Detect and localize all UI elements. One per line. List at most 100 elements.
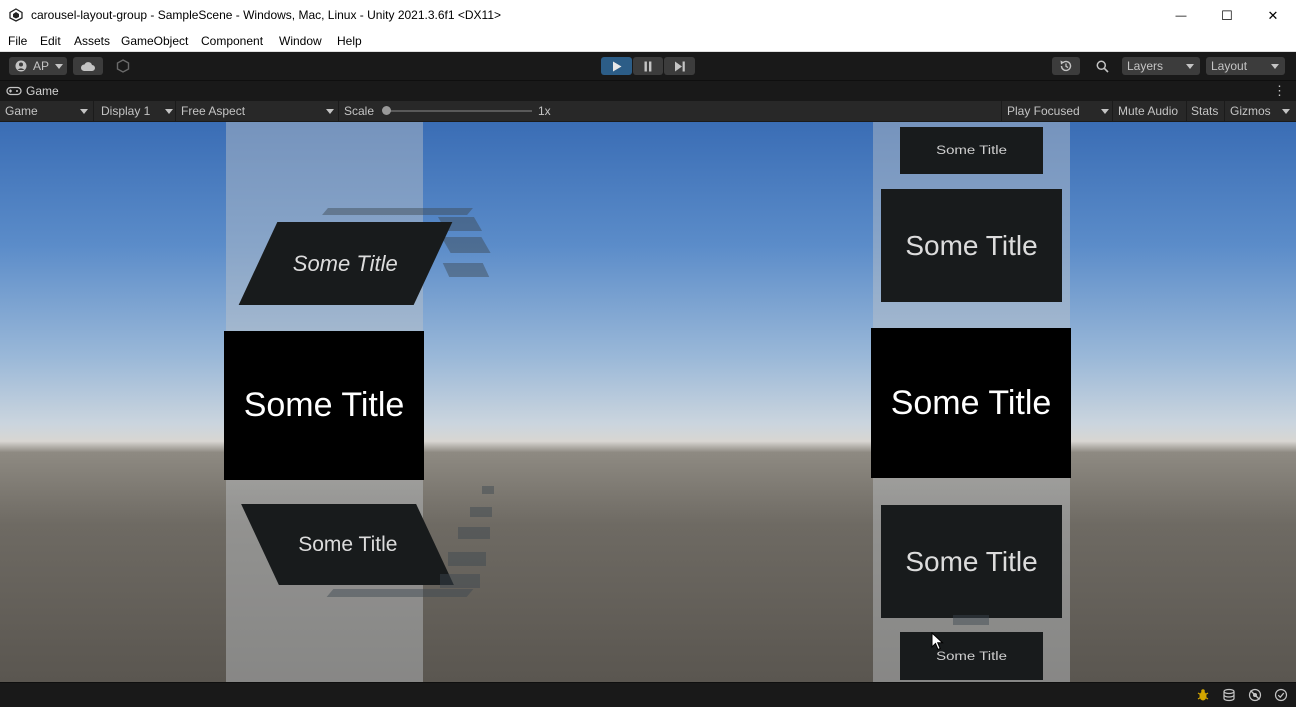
history-button[interactable] <box>1052 57 1080 75</box>
chevron-down-icon <box>1186 64 1194 69</box>
right-card-4-title: Some Title <box>905 545 1038 577</box>
scale-slider-track[interactable] <box>384 110 532 112</box>
tab-game-label: Game <box>26 84 59 98</box>
play-icon <box>612 61 621 71</box>
aspect-dropdown[interactable]: Free Aspect <box>181 104 245 118</box>
display-dropdown[interactable]: Display 1 <box>101 104 150 118</box>
left-card-ghost <box>322 208 473 215</box>
tab-game[interactable]: Game <box>6 84 59 98</box>
menu-edit[interactable]: Edit <box>40 34 61 48</box>
divider <box>1112 101 1113 121</box>
left-card-ghost <box>441 237 491 253</box>
scale-label: Scale <box>344 104 375 118</box>
close-icon: ✕ <box>1267 7 1279 23</box>
divider <box>338 101 339 121</box>
layers-label: Layers <box>1127 59 1164 73</box>
minimize-button[interactable]: — <box>1158 0 1204 31</box>
right-card-4[interactable]: Some Title <box>881 505 1062 618</box>
menu-window[interactable]: Window <box>279 34 322 48</box>
menu-gameobject[interactable]: GameObject <box>121 34 188 48</box>
menu-assets[interactable]: Assets <box>74 34 110 48</box>
play-focused-dropdown[interactable]: Play Focused <box>1007 104 1080 118</box>
bug-icon[interactable] <box>1196 688 1210 702</box>
status-bar <box>0 682 1296 707</box>
collab-button[interactable] <box>110 57 136 75</box>
right-card-2-title: Some Title <box>905 229 1038 261</box>
chevron-down-icon <box>1271 64 1279 69</box>
search-button[interactable] <box>1087 57 1117 75</box>
left-card-ghost <box>326 589 474 597</box>
account-label: AP <box>33 59 50 73</box>
chevron-down-icon <box>55 63 64 69</box>
history-icon <box>1060 60 1072 72</box>
divider <box>1224 101 1225 121</box>
chevron-down-icon <box>326 109 334 114</box>
left-card-ghost <box>470 507 492 517</box>
left-card-center-title: Some Title <box>243 386 405 424</box>
right-card-3[interactable]: Some Title <box>871 328 1071 478</box>
menu-file[interactable]: File <box>8 34 27 48</box>
pause-icon <box>644 61 652 71</box>
right-card-3-title: Some Title <box>890 383 1052 422</box>
right-card-5[interactable]: Some Title <box>900 632 1043 680</box>
game-viewport[interactable]: Some Title Some Title Some Title Some Ti… <box>0 122 1296 682</box>
gamepad-icon <box>6 86 22 96</box>
menu-help[interactable]: Help <box>337 34 362 48</box>
main-toolbar: AP Layers Layout <box>0 52 1296 81</box>
chevron-down-icon <box>1282 109 1290 114</box>
left-card-bottom-title: Some Title <box>297 532 398 556</box>
more-options-icon[interactable]: ⋮ <box>1273 83 1286 99</box>
search-icon <box>1096 60 1109 73</box>
left-card-top-title: Some Title <box>293 250 398 276</box>
cloud-icon <box>80 61 95 71</box>
divider <box>1186 101 1187 121</box>
right-card-1[interactable]: Some Title <box>900 127 1043 174</box>
chevron-down-icon <box>165 109 173 114</box>
lighting-off-icon[interactable] <box>1248 688 1262 702</box>
left-card-ghost <box>440 574 480 588</box>
pause-button[interactable] <box>633 57 663 75</box>
cloud-button[interactable] <box>73 57 103 75</box>
menu-component[interactable]: Component <box>201 34 263 48</box>
right-card-ghost <box>953 615 989 625</box>
left-card-center[interactable]: Some Title <box>224 331 424 480</box>
right-card-1-title: Some Title <box>936 143 1007 158</box>
left-card-ghost <box>458 527 490 539</box>
scale-slider-handle[interactable] <box>382 106 391 115</box>
divider <box>1001 101 1002 121</box>
game-view-toolbar: Game Display 1 Free Aspect Scale 1x Play… <box>0 101 1296 122</box>
window-title: carousel-layout-group - SampleScene - Wi… <box>31 8 502 22</box>
account-dropdown[interactable]: AP <box>9 57 67 75</box>
cache-server-icon[interactable] <box>1222 688 1236 702</box>
window-titlebar: carousel-layout-group - SampleScene - Wi… <box>0 0 1296 31</box>
game-mode-dropdown[interactable]: Game <box>5 104 38 118</box>
left-card-ghost <box>482 486 494 494</box>
left-card-ghost <box>442 263 490 277</box>
maximize-icon: ☐ <box>1221 7 1233 23</box>
layers-dropdown[interactable]: Layers <box>1122 57 1200 75</box>
check-circle-icon[interactable] <box>1274 688 1288 702</box>
play-button[interactable] <box>601 57 632 75</box>
chevron-down-icon <box>80 109 88 114</box>
right-card-2[interactable]: Some Title <box>881 189 1062 302</box>
collab-icon <box>116 59 130 73</box>
mute-audio-button[interactable]: Mute Audio <box>1118 104 1178 118</box>
gizmos-button[interactable]: Gizmos <box>1230 104 1271 118</box>
scale-value: 1x <box>538 104 551 118</box>
close-button[interactable]: ✕ <box>1250 0 1296 31</box>
divider <box>175 101 176 121</box>
chevron-down-icon <box>1101 109 1109 114</box>
right-card-5-title: Some Title <box>936 649 1007 663</box>
menu-bar: File Edit Assets GameObject Component Wi… <box>0 31 1296 52</box>
stats-button[interactable]: Stats <box>1191 104 1218 118</box>
divider <box>93 101 94 121</box>
layout-dropdown[interactable]: Layout <box>1206 57 1285 75</box>
layout-label: Layout <box>1211 59 1248 73</box>
tab-strip: Game ⋮ <box>0 81 1296 101</box>
maximize-button[interactable]: ☐ <box>1204 0 1250 31</box>
left-card-bottom[interactable]: Some Title <box>241 504 454 585</box>
unity-logo-icon <box>9 8 23 22</box>
step-button[interactable] <box>664 57 695 75</box>
minimize-icon: — <box>1175 9 1187 22</box>
account-icon <box>15 60 27 72</box>
